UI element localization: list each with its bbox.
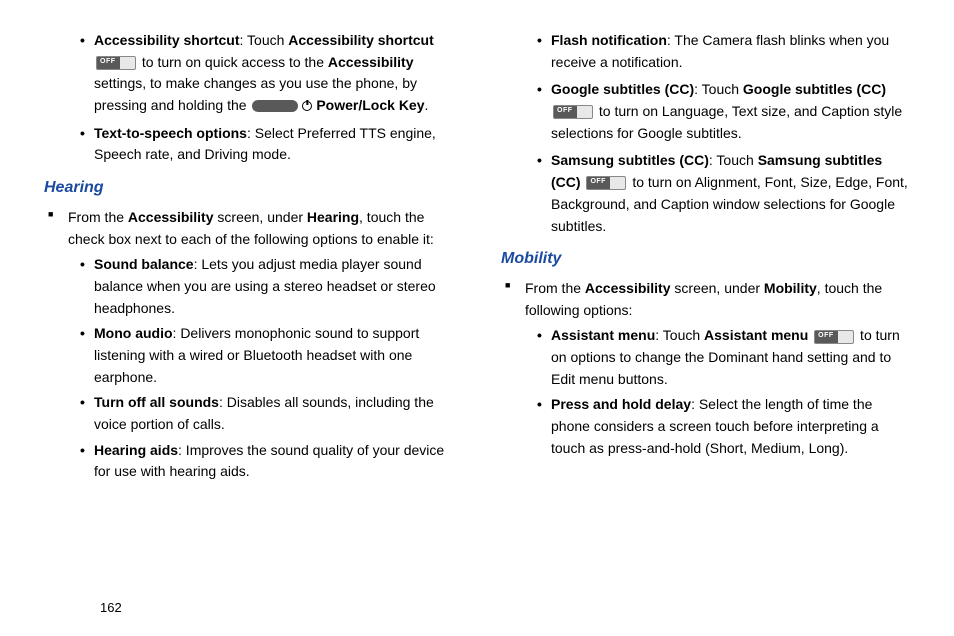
top-bullet-list-left: Accessibility shortcut: Touch Accessibil… — [40, 30, 457, 166]
label: Sound balance — [94, 256, 194, 272]
toggle-off-icon — [586, 176, 626, 190]
label: Text-to-speech options — [94, 125, 247, 141]
label: Hearing — [307, 209, 359, 225]
label: Flash notification — [551, 32, 667, 48]
power-icon — [302, 101, 312, 111]
page-columns: Accessibility shortcut: Touch Accessibil… — [40, 30, 914, 487]
text: screen, under — [671, 280, 764, 296]
label: Hearing aids — [94, 442, 178, 458]
toggle-off-icon — [553, 105, 593, 119]
bullet-sound-balance: Sound balance: Lets you adjust media pla… — [84, 254, 457, 319]
text: screen, under — [214, 209, 307, 225]
bullet-google-subtitles: Google subtitles (CC): Touch Google subt… — [541, 79, 914, 144]
label: Assistant menu — [551, 327, 655, 343]
label: Accessibility — [585, 280, 671, 296]
bullet-accessibility-shortcut: Accessibility shortcut: Touch Accessibil… — [84, 30, 457, 117]
column-left: Accessibility shortcut: Touch Accessibil… — [40, 30, 457, 487]
toggle-off-icon — [96, 56, 136, 70]
bullet-tts-options: Text-to-speech options: Select Preferred… — [84, 123, 457, 166]
label: Accessibility shortcut — [94, 32, 240, 48]
label: Samsung subtitles (CC) — [551, 152, 709, 168]
bullet-flash-notification: Flash notification: The Camera flash bli… — [541, 30, 914, 73]
text: to turn on Language, Text size, and Capt… — [551, 103, 902, 141]
column-right: Flash notification: The Camera flash bli… — [497, 30, 914, 487]
top-bullet-list-right: Flash notification: The Camera flash bli… — [497, 30, 914, 237]
mobility-intro: From the Accessibility screen, under Mob… — [525, 278, 914, 460]
label: Mobility — [764, 280, 817, 296]
power-key-icon — [252, 100, 298, 112]
hearing-intro: From the Accessibility screen, under Hea… — [68, 207, 457, 483]
label: Accessibility — [328, 54, 414, 70]
bullet-hearing-aids: Hearing aids: Improves the sound quality… — [84, 440, 457, 483]
bullet-samsung-subtitles: Samsung subtitles (CC): Touch Samsung su… — [541, 150, 914, 237]
text: . — [425, 97, 429, 113]
label: Turn off all sounds — [94, 394, 219, 410]
text: : Touch — [655, 327, 704, 343]
label: Assistant menu — [704, 327, 808, 343]
label: Press and hold delay — [551, 396, 691, 412]
bullet-mono-audio: Mono audio: Delivers monophonic sound to… — [84, 323, 457, 388]
label: Accessibility — [128, 209, 214, 225]
bullet-turn-off-sounds: Turn off all sounds: Disables all sounds… — [84, 392, 457, 435]
text: : Touch — [694, 81, 743, 97]
text: : Touch — [240, 32, 289, 48]
toggle-off-icon — [814, 330, 854, 344]
heading-mobility: Mobility — [497, 247, 914, 272]
square-list-mobility: From the Accessibility screen, under Mob… — [497, 278, 914, 460]
text: From the — [68, 209, 128, 225]
label: Accessibility shortcut — [288, 32, 434, 48]
label: Google subtitles (CC) — [743, 81, 886, 97]
hearing-bullets: Sound balance: Lets you adjust media pla… — [68, 254, 457, 483]
text: to turn on quick access to the — [138, 54, 328, 70]
mobility-bullets: Assistant menu: Touch Assistant menu to … — [525, 325, 914, 459]
text: : Touch — [709, 152, 758, 168]
page-number: 162 — [100, 598, 122, 618]
bullet-assistant-menu: Assistant menu: Touch Assistant menu to … — [541, 325, 914, 390]
label: Power/Lock Key — [316, 97, 424, 113]
text: From the — [525, 280, 585, 296]
heading-hearing: Hearing — [40, 176, 457, 201]
square-list-hearing: From the Accessibility screen, under Hea… — [40, 207, 457, 483]
label: Mono audio — [94, 325, 173, 341]
label: Google subtitles (CC) — [551, 81, 694, 97]
bullet-press-hold-delay: Press and hold delay: Select the length … — [541, 394, 914, 459]
